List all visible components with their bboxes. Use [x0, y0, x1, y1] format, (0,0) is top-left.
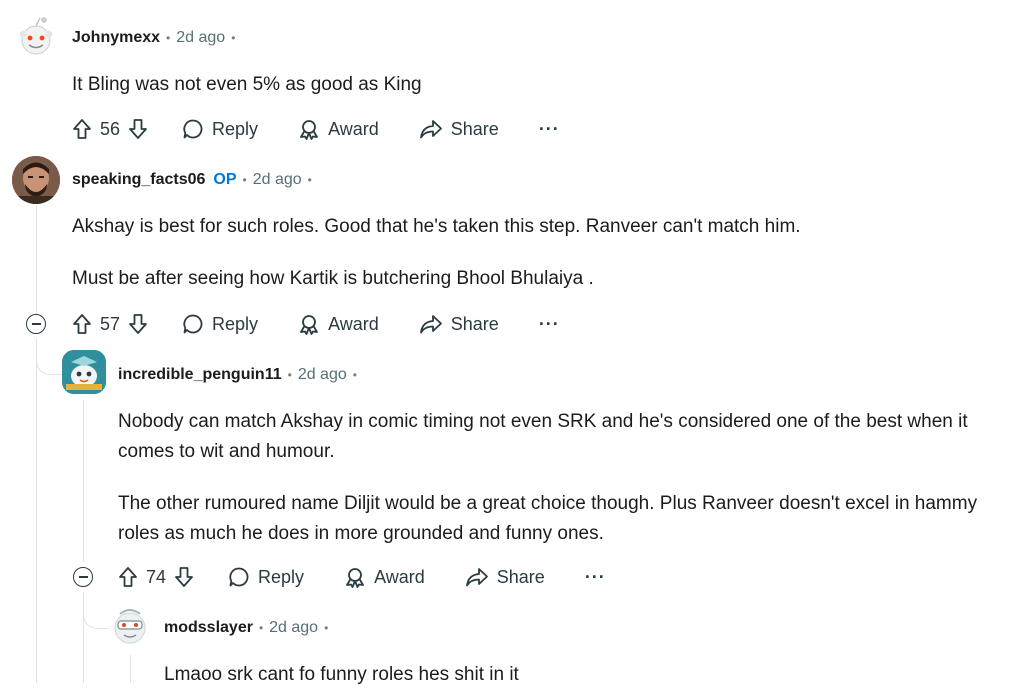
- share-button[interactable]: Share: [419, 118, 499, 140]
- upvote-icon[interactable]: [118, 566, 138, 588]
- comment-body: It Bling was not even 5% as good as King: [72, 70, 422, 100]
- collapse-icon[interactable]: [26, 314, 46, 334]
- comment-body: Akshay is best for such roles. Good that…: [72, 212, 801, 294]
- reply-button[interactable]: Reply: [228, 566, 304, 588]
- reply-label: Reply: [212, 118, 259, 139]
- share-icon: [419, 313, 443, 335]
- more-options-button[interactable]: ···: [585, 567, 606, 588]
- avatar[interactable]: [14, 14, 58, 58]
- timestamp[interactable]: 2d ago: [176, 29, 225, 47]
- comment-meta: incredible_penguin11 • 2d ago •: [118, 366, 357, 384]
- more-options-button[interactable]: ···: [539, 314, 560, 335]
- snoo-avatar-icon: [62, 350, 106, 394]
- vote-count: 74: [146, 566, 167, 587]
- share-label: Share: [450, 118, 499, 139]
- comment-paragraph: The other rumoured name Diljit would be …: [118, 493, 978, 544]
- share-label: Share: [450, 313, 499, 334]
- award-icon: [344, 566, 366, 588]
- thread-curve-level2: [83, 592, 110, 629]
- thread-line-level3: [130, 655, 131, 683]
- thread-line-level2: [83, 400, 84, 562]
- reply-button[interactable]: Reply: [182, 313, 258, 335]
- comment-paragraph: Lmaoo srk cant fo funny roles hes shit i…: [164, 664, 519, 685]
- separator: •: [287, 368, 292, 382]
- share-button[interactable]: Share: [465, 566, 545, 588]
- collapse-icon[interactable]: [73, 567, 93, 587]
- award-button[interactable]: Award: [298, 118, 379, 140]
- username[interactable]: modsslayer: [164, 619, 253, 637]
- snoo-avatar-icon: [19, 17, 53, 55]
- timestamp[interactable]: 2d ago: [298, 366, 347, 384]
- reply-icon: [182, 313, 204, 335]
- award-icon: [298, 118, 320, 140]
- avatar[interactable]: [62, 350, 106, 394]
- award-icon: [298, 313, 320, 335]
- downvote-icon[interactable]: [174, 566, 194, 588]
- avatar[interactable]: [12, 156, 60, 204]
- comment-meta: speaking_facts06 OP • 2d ago •: [72, 171, 312, 189]
- more-options-button[interactable]: ···: [539, 119, 560, 140]
- separator: •: [166, 31, 171, 45]
- share-icon: [419, 118, 443, 140]
- comment-body: Lmaoo srk cant fo funny roles hes shit i…: [164, 660, 519, 690]
- comment-meta: Johnymexx • 2d ago •: [72, 29, 235, 47]
- username[interactable]: speaking_facts06: [72, 171, 205, 189]
- upvote-icon[interactable]: [72, 118, 92, 140]
- thread-curve-level1: [36, 338, 63, 375]
- vote-count: 57: [100, 313, 121, 334]
- share-button[interactable]: Share: [419, 313, 499, 335]
- op-badge: OP: [213, 171, 237, 188]
- vote-group: 56: [72, 118, 148, 140]
- comment-paragraph: Akshay is best for such roles. Good that…: [72, 216, 801, 237]
- reply-icon: [228, 566, 250, 588]
- separator: •: [324, 621, 329, 635]
- reply-label: Reply: [258, 566, 305, 587]
- action-bar: 74 Reply Award Share ···: [118, 561, 606, 593]
- comment-paragraph: It Bling was not even 5% as good as King: [72, 74, 422, 95]
- snoo-avatar-icon: [114, 609, 146, 644]
- share-label: Share: [496, 566, 545, 587]
- reply-label: Reply: [212, 313, 259, 334]
- separator: •: [307, 173, 312, 187]
- separator: •: [352, 368, 357, 382]
- upvote-icon[interactable]: [72, 313, 92, 335]
- vote-group: 74: [118, 566, 194, 588]
- separator: •: [258, 621, 264, 635]
- separator: •: [231, 31, 236, 45]
- thread-line-level1: [36, 338, 37, 683]
- action-bar: 57 Reply Award Share ···: [72, 308, 560, 340]
- award-button[interactable]: Award: [344, 566, 425, 588]
- downvote-icon[interactable]: [128, 118, 148, 140]
- action-bar: 56 Reply Award Share ···: [72, 113, 560, 145]
- award-button[interactable]: Award: [298, 313, 379, 335]
- user-photo-icon: [12, 156, 60, 204]
- downvote-icon[interactable]: [128, 313, 148, 335]
- award-label: Award: [328, 313, 379, 334]
- comment-paragraph: Nobody can match Akshay in comic timing …: [118, 411, 968, 462]
- timestamp[interactable]: 2d ago: [269, 619, 318, 637]
- vote-group: 57: [72, 313, 148, 335]
- comment-body: Nobody can match Akshay in comic timing …: [118, 407, 1016, 549]
- avatar[interactable]: [108, 604, 152, 648]
- share-icon: [465, 566, 489, 588]
- award-label: Award: [374, 566, 425, 587]
- separator: •: [242, 173, 247, 187]
- thread-line-root: [36, 205, 37, 315]
- reply-button[interactable]: Reply: [182, 118, 258, 140]
- comment-meta: modsslayer • 2d ago •: [164, 619, 328, 637]
- username[interactable]: incredible_penguin11: [118, 366, 282, 384]
- award-label: Award: [328, 118, 379, 139]
- reply-icon: [182, 118, 204, 140]
- username[interactable]: Johnymexx: [72, 29, 160, 47]
- timestamp[interactable]: 2d ago: [253, 171, 302, 189]
- vote-count: 56: [100, 118, 121, 139]
- comment-paragraph: Must be after seeing how Kartik is butch…: [72, 268, 594, 289]
